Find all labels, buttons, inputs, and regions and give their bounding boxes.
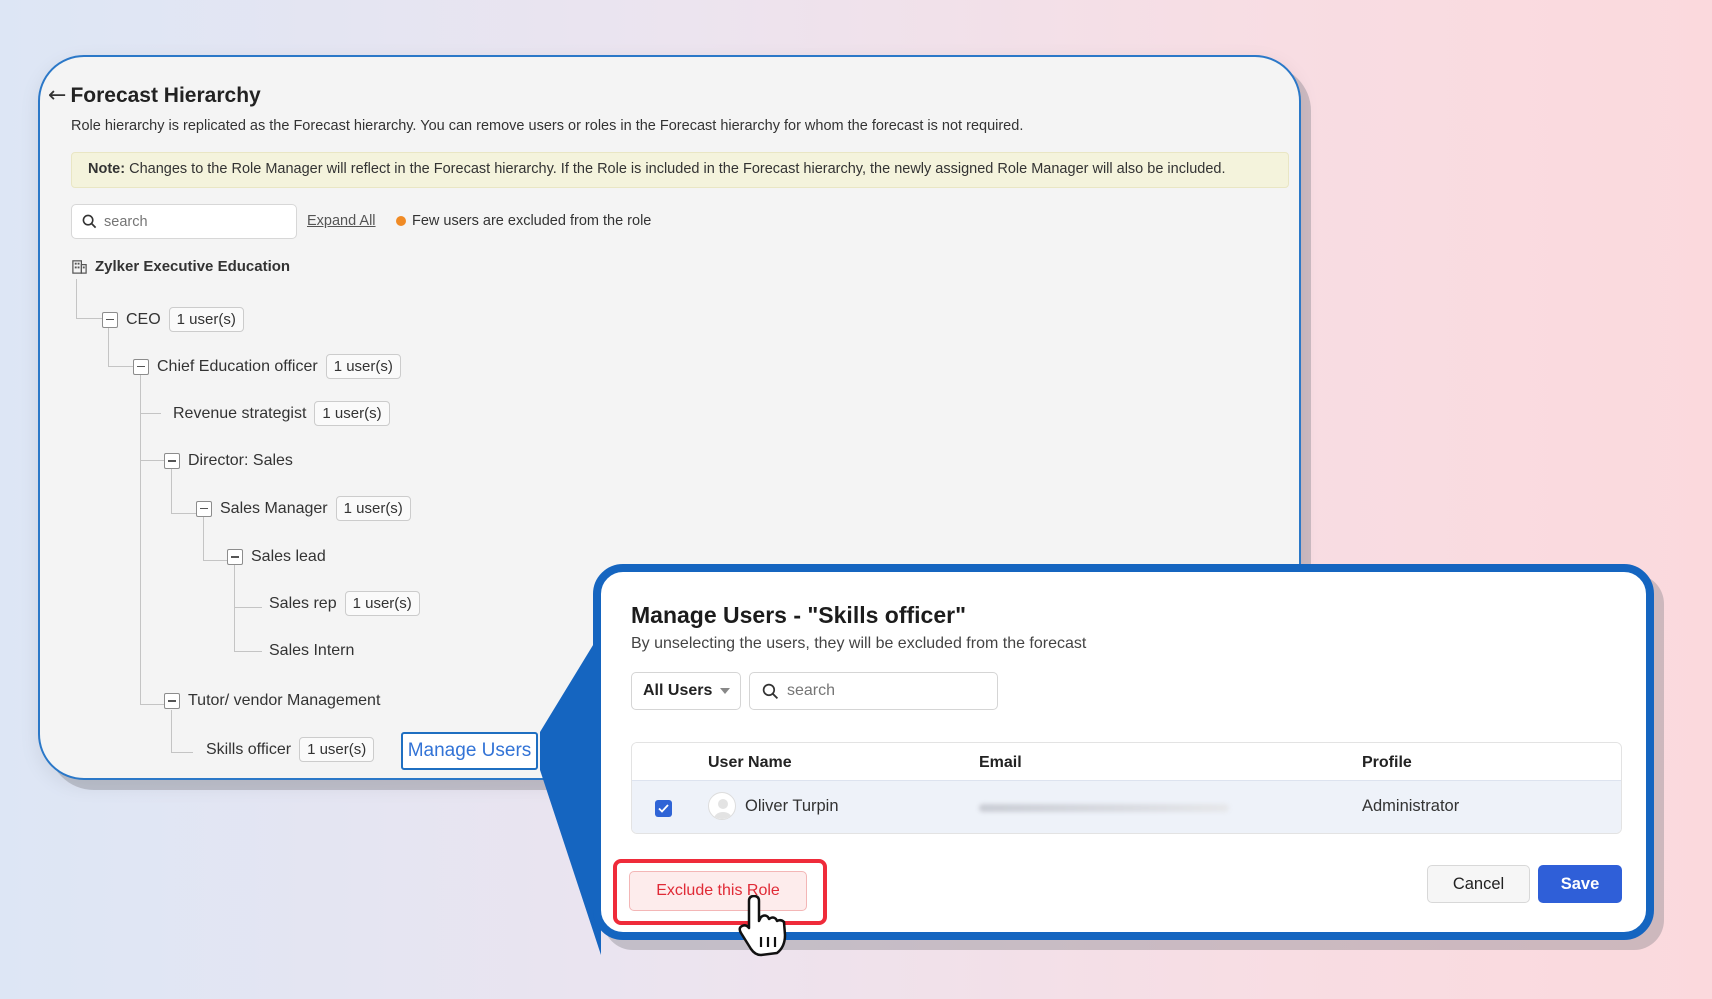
tree-connector bbox=[76, 279, 77, 319]
node-label: Sales lead bbox=[251, 548, 326, 565]
collapse-icon[interactable] bbox=[133, 358, 149, 375]
column-header-user-name[interactable]: User Name bbox=[708, 754, 792, 772]
tree-connector bbox=[108, 366, 133, 367]
org-root[interactable]: Zylker Executive Education bbox=[71, 258, 290, 275]
tree-connector bbox=[203, 560, 227, 561]
table-header: User Name Email Profile bbox=[632, 743, 1621, 781]
node-label: Sales rep bbox=[269, 594, 337, 612]
tree-connector bbox=[140, 413, 161, 414]
user-name: Oliver Turpin bbox=[745, 797, 839, 815]
save-button[interactable]: Save bbox=[1538, 865, 1622, 903]
cancel-button[interactable]: Cancel bbox=[1427, 865, 1530, 903]
tree-connector bbox=[234, 564, 235, 652]
tree-connector bbox=[171, 467, 172, 514]
hand-cursor-icon bbox=[738, 895, 787, 957]
node-label: Sales Manager bbox=[220, 499, 328, 517]
modal-subtitle: By unselecting the users, they will be e… bbox=[631, 635, 1087, 652]
tree-node-skills-officer[interactable]: Skills officer 1 user(s) bbox=[206, 737, 375, 762]
node-label: Revenue strategist bbox=[173, 404, 307, 422]
node-label: Sales Intern bbox=[269, 642, 355, 659]
user-filter-dropdown[interactable]: All Users bbox=[631, 672, 741, 710]
page-title: Forecast Hierarchy bbox=[70, 83, 261, 107]
manage-users-link[interactable]: Manage Users bbox=[401, 732, 538, 770]
modal-title: Manage Users - "Skills officer" bbox=[631, 602, 966, 628]
user-icon bbox=[714, 799, 732, 819]
node-label: Chief Education officer bbox=[157, 357, 318, 375]
user-count-badge: 1 user(s) bbox=[335, 496, 411, 521]
tree-connector bbox=[171, 513, 196, 514]
node-label: CEO bbox=[126, 310, 161, 328]
tree-node-ceo[interactable]: CEO 1 user(s) bbox=[102, 307, 244, 332]
user-count-badge: 1 user(s) bbox=[344, 591, 420, 616]
tree-connector bbox=[234, 651, 262, 652]
note-text: Changes to the Role Manager will reflect… bbox=[125, 161, 1226, 177]
node-label: Skills officer bbox=[206, 740, 292, 758]
tree-node-sales-manager[interactable]: Sales Manager 1 user(s) bbox=[196, 496, 411, 521]
tree-node-revenue-strategist[interactable]: Revenue strategist 1 user(s) bbox=[173, 401, 390, 426]
user-profile: Administrator bbox=[1362, 797, 1460, 815]
column-header-email[interactable]: Email bbox=[979, 754, 1022, 772]
user-count-badge: 1 user(s) bbox=[325, 354, 401, 379]
row-checkbox[interactable] bbox=[655, 800, 672, 817]
users-table: User Name Email Profile Oliver Turpin Ad… bbox=[631, 742, 1622, 834]
tree-connector bbox=[140, 704, 164, 705]
collapse-icon[interactable] bbox=[102, 311, 118, 328]
legend-text: Few users are excluded from the role bbox=[412, 213, 652, 229]
tree-node-tutor-vendor-management[interactable]: Tutor/ vendor Management bbox=[164, 692, 380, 710]
collapse-icon[interactable] bbox=[227, 549, 243, 565]
building-icon bbox=[72, 260, 87, 274]
expand-all-link[interactable]: Expand All bbox=[307, 213, 376, 229]
title-row: ← Forecast Hierarchy bbox=[48, 83, 261, 108]
tree-connector bbox=[171, 752, 193, 753]
user-count-badge: 1 user(s) bbox=[314, 401, 390, 426]
tree-node-sales-lead[interactable]: Sales lead bbox=[227, 548, 326, 566]
caret-down-icon bbox=[720, 688, 731, 694]
collapse-icon[interactable] bbox=[196, 500, 212, 517]
tree-node-sales-rep[interactable]: Sales rep 1 user(s) bbox=[269, 591, 420, 616]
tree-connector bbox=[140, 460, 164, 461]
user-count-badge: 1 user(s) bbox=[299, 737, 375, 762]
manage-users-modal: Manage Users - "Skills officer" By unsel… bbox=[593, 564, 1654, 940]
org-name: Zylker Executive Education bbox=[95, 258, 291, 275]
search-icon bbox=[82, 214, 97, 229]
note-label: Note: bbox=[88, 161, 126, 177]
avatar bbox=[708, 792, 736, 820]
page-subtitle: Role hierarchy is replicated as the Fore… bbox=[71, 118, 1024, 134]
tree-connector bbox=[140, 370, 141, 705]
tree-node-director-sales[interactable]: Director: Sales bbox=[164, 452, 293, 470]
search-icon bbox=[762, 683, 779, 699]
node-label: Tutor/ vendor Management bbox=[188, 692, 381, 709]
collapse-icon[interactable] bbox=[164, 453, 180, 469]
column-header-profile[interactable]: Profile bbox=[1362, 754, 1412, 772]
tree-node-sales-intern[interactable]: Sales Intern bbox=[269, 642, 354, 660]
legend: Few users are excluded from the role bbox=[396, 213, 651, 229]
filter-value: All Users bbox=[643, 682, 713, 699]
tree-connector bbox=[76, 318, 102, 319]
table-row[interactable]: Oliver Turpin Administrator bbox=[632, 781, 1621, 833]
tree-connector bbox=[203, 517, 204, 560]
hierarchy-search[interactable] bbox=[71, 204, 297, 239]
back-arrow-icon[interactable]: ← bbox=[48, 83, 66, 108]
modal-search-input[interactable] bbox=[787, 682, 977, 700]
orange-dot-icon bbox=[396, 216, 406, 226]
user-count-badge: 1 user(s) bbox=[168, 307, 244, 332]
tree-node-chief-education-officer[interactable]: Chief Education officer 1 user(s) bbox=[133, 354, 401, 379]
node-label: Director: Sales bbox=[188, 452, 293, 469]
hierarchy-search-input[interactable] bbox=[104, 213, 274, 230]
note-banner: Note: Changes to the Role Manager will r… bbox=[71, 152, 1289, 188]
tree-connector bbox=[171, 710, 172, 753]
tree-connector bbox=[234, 607, 262, 608]
modal-search[interactable] bbox=[749, 672, 998, 710]
collapse-icon[interactable] bbox=[164, 693, 180, 709]
user-email-blurred bbox=[979, 804, 1229, 812]
check-icon bbox=[658, 804, 669, 813]
